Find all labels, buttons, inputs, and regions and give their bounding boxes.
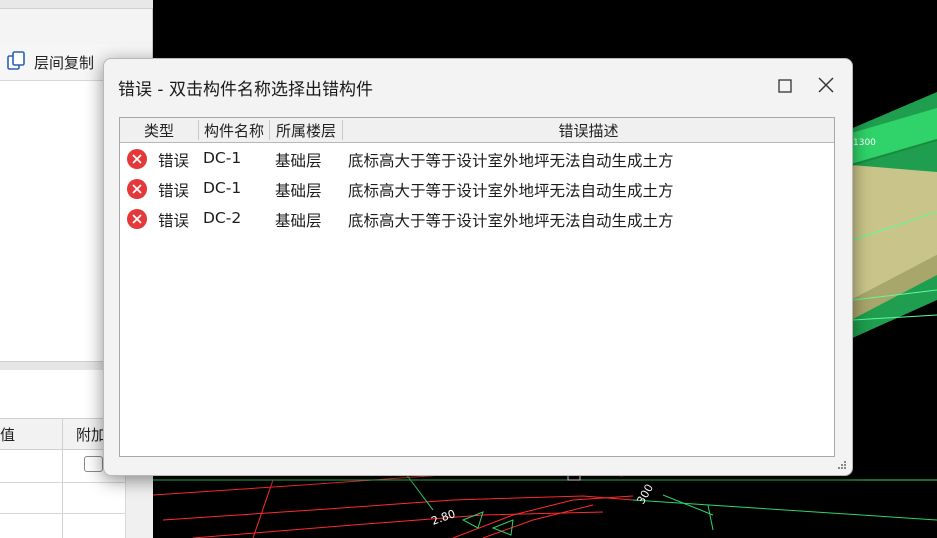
row-component-name[interactable]: DC-2 <box>203 209 241 227</box>
svg-text:1300: 1300 <box>853 138 876 148</box>
table-row[interactable]: 错误 DC-2 基础层 底标高大于等于设计室外地坪无法自动生成土方 <box>120 204 834 234</box>
table-header: 类型 构件名称 所属楼层 错误描述 <box>120 118 834 143</box>
row-floor: 基础层 <box>275 212 322 230</box>
dimension-label: 300 <box>634 482 656 507</box>
row-type: 错误 <box>158 182 190 200</box>
row-type: 错误 <box>158 152 190 170</box>
row-description: 底标高大于等于设计室外地坪无法自动生成土方 <box>348 182 674 200</box>
properties-extra-checkbox[interactable] <box>84 456 103 472</box>
resize-grip-icon[interactable] <box>836 459 848 471</box>
error-icon <box>127 209 147 229</box>
row-floor: 基础层 <box>275 152 322 170</box>
row-type: 错误 <box>158 212 190 230</box>
row-floor: 基础层 <box>275 182 322 200</box>
column-header-type[interactable]: 类型 <box>120 120 198 140</box>
row-component-name[interactable]: DC-1 <box>203 149 241 167</box>
table-row[interactable]: 错误 DC-1 基础层 底标高大于等于设计室外地坪无法自动生成土方 <box>120 144 834 174</box>
error-dialog: 错误 - 双击构件名称选择出错构件 类型 构件名称 所属楼层 错误描述 错误 D… <box>103 58 853 476</box>
error-table: 类型 构件名称 所属楼层 错误描述 错误 DC-1 基础层 底标高大于等于设计室… <box>119 117 835 457</box>
row-description: 底标高大于等于设计室外地坪无法自动生成土方 <box>348 152 674 170</box>
column-header-floor[interactable]: 所属楼层 <box>270 120 342 140</box>
properties-row-line <box>0 482 125 483</box>
maximize-icon[interactable] <box>774 75 796 97</box>
column-header-description[interactable]: 错误描述 <box>343 120 834 140</box>
row-component-name[interactable]: DC-1 <box>203 179 241 197</box>
error-icon <box>127 179 147 199</box>
close-icon[interactable] <box>814 73 838 97</box>
column-header-name[interactable]: 构件名称 <box>199 120 269 140</box>
floor-copy-button[interactable]: 层间复制 <box>34 52 94 73</box>
dialog-title: 错误 - 双击构件名称选择出错构件 <box>118 80 373 100</box>
error-icon <box>127 149 147 169</box>
left-panel-top-bar <box>0 0 153 9</box>
properties-column-extra: 附加 <box>76 426 107 444</box>
copy-icon[interactable] <box>6 50 28 72</box>
elevation-label: 2.80 <box>430 507 457 528</box>
properties-divider <box>62 418 63 538</box>
properties-row-line <box>0 513 125 514</box>
row-description: 底标高大于等于设计室外地坪无法自动生成土方 <box>348 212 674 230</box>
properties-column-value: 值 <box>0 426 16 444</box>
table-row[interactable]: 错误 DC-1 基础层 底标高大于等于设计室外地坪无法自动生成土方 <box>120 174 834 204</box>
